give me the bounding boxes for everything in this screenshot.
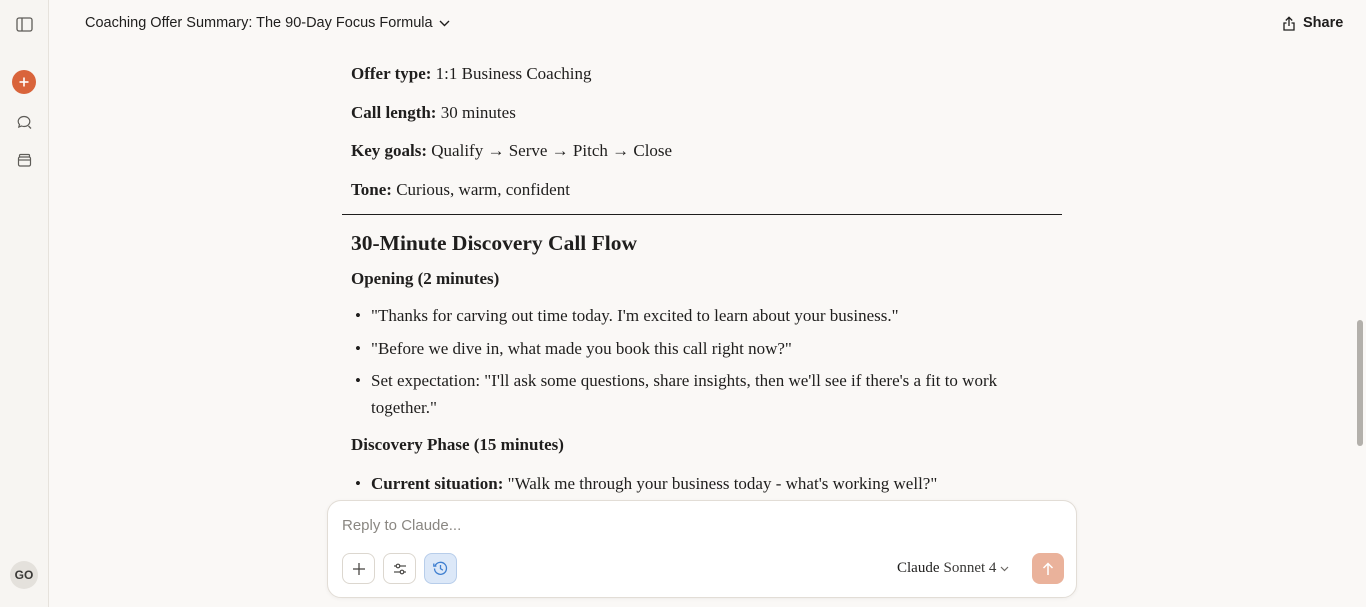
sidebar: GO: [0, 0, 49, 607]
model-brand: Claude: [897, 560, 940, 576]
share-button[interactable]: Share: [1282, 15, 1343, 31]
add-attachment-button[interactable]: [342, 553, 375, 584]
share-icon: [1283, 15, 1295, 31]
scrollbar-thumb[interactable]: [1357, 320, 1363, 446]
discovery-heading: Discovery Phase (15 minutes): [351, 435, 564, 454]
sidebar-toggle-icon[interactable]: [12, 12, 37, 37]
meta-call-length: Call length: 30 minutes: [351, 103, 516, 123]
archive-icon[interactable]: [12, 147, 37, 172]
meta-tone: Tone: Curious, warm, confident: [351, 180, 570, 200]
conversation-title[interactable]: Coaching Offer Summary: The 90-Day Focus…: [85, 15, 450, 31]
meta-value: Curious, warm, confident: [391, 180, 570, 199]
model-version: Sonnet 4: [943, 560, 997, 576]
plus-icon: [352, 562, 365, 575]
plus-icon: [19, 77, 29, 87]
meta-label: Offer type:: [351, 64, 432, 83]
model-selector[interactable]: Claude Sonnet 4: [897, 560, 1009, 577]
list-item: "Thanks for carving out time today. I'm …: [355, 302, 1051, 329]
conversation-title-text: Coaching Offer Summary: The 90-Day Focus…: [85, 15, 433, 31]
new-chat-button[interactable]: [12, 70, 36, 94]
meta-value: Qualify → Serve → Pitch → Close: [427, 141, 673, 160]
meta-label: Call length:: [351, 103, 437, 122]
section-heading: 30-Minute Discovery Call Flow: [351, 231, 638, 255]
extended-thinking-button[interactable]: [424, 553, 457, 584]
chevron-down-icon: [1000, 566, 1009, 571]
arrow-up-icon: [1042, 561, 1054, 575]
list-item-label: Current situation:: [371, 474, 504, 493]
reply-input[interactable]: [342, 517, 1042, 534]
meta-value: 1:1 Business Coaching: [431, 64, 592, 83]
list-item: Current situation: "Walk me through your…: [355, 470, 1051, 497]
horizontal-rule: [342, 214, 1062, 215]
clock-history-icon: [433, 561, 448, 575]
meta-offer-type: Offer type: 1:1 Business Coaching: [351, 64, 592, 84]
meta-label: Tone:: [351, 180, 392, 199]
avatar[interactable]: GO: [10, 561, 38, 589]
list-item: "Before we dive in, what made you book t…: [355, 335, 1051, 362]
meta-key-goals: Key goals: Qualify → Serve → Pitch → Clo…: [351, 141, 672, 161]
list-item: Set expectation: "I'll ask some question…: [355, 367, 1051, 421]
list-item-text: "Walk me through your business today - w…: [503, 474, 938, 493]
send-button[interactable]: [1032, 553, 1064, 584]
chevron-down-icon: [439, 20, 450, 26]
share-label: Share: [1303, 15, 1344, 31]
meta-label: Key goals:: [351, 141, 428, 160]
sliders-icon: [393, 563, 406, 574]
opening-heading: Opening (2 minutes): [351, 269, 500, 288]
chat-search-icon[interactable]: [12, 110, 37, 135]
meta-value: 30 minutes: [436, 103, 516, 122]
tools-button[interactable]: [383, 553, 416, 584]
composer: Claude Sonnet 4: [327, 500, 1077, 598]
